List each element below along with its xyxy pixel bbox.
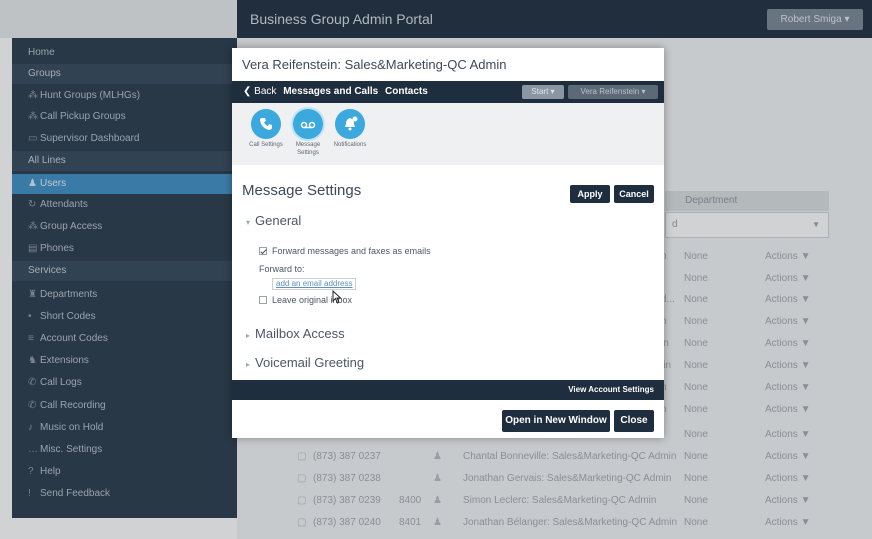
message-settings-icon: [293, 109, 323, 139]
chevron-right-icon: ▸: [246, 360, 251, 369]
checkbox-unchecked[interactable]: [259, 296, 267, 304]
general-section-header[interactable]: ▾ General: [246, 213, 301, 228]
close-button[interactable]: Close: [614, 410, 654, 432]
voicemail-greeting-section-header[interactable]: ▸ Voicemail Greeting: [246, 355, 364, 370]
call-settings-icon: [251, 109, 281, 139]
tab-messages-and-calls[interactable]: Messages and Calls: [283, 86, 378, 97]
forward-emails-checkbox[interactable]: Forward messages and faxes as emails: [259, 246, 431, 256]
modal-title: Vera Reifenstein: Sales&Marketing-QC Adm…: [242, 57, 507, 72]
tile-call-settings[interactable]: Call Settings: [246, 109, 286, 149]
view-account-settings-link[interactable]: View Account Settings: [568, 380, 654, 400]
settings-icon-strip: Call Settings Message Settings Notificat…: [232, 103, 664, 165]
checkbox-checked[interactable]: [259, 247, 267, 255]
mailbox-access-section-header[interactable]: ▸ Mailbox Access: [246, 326, 345, 341]
forward-to-label: Forward to:: [259, 264, 305, 274]
user-settings-modal: Vera Reifenstein: Sales&Marketing-QC Adm…: [232, 48, 664, 438]
back-link[interactable]: Back: [254, 86, 276, 97]
notifications-icon: [335, 109, 365, 139]
tile-message-settings[interactable]: Message Settings: [288, 109, 328, 157]
start-dropdown[interactable]: Start ▾: [522, 85, 564, 99]
chevron-down-icon: ▾: [246, 218, 251, 227]
chevron-right-icon: ▸: [246, 331, 251, 340]
modal-footer-bar: View Account Settings: [232, 380, 664, 400]
open-in-new-window-button[interactable]: Open in New Window: [502, 410, 610, 432]
user-switch-dropdown[interactable]: Vera Reifenstein ▾: [568, 85, 658, 99]
mouse-cursor-icon: [332, 290, 342, 304]
chevron-left-icon: ❮: [243, 86, 255, 97]
tab-contacts[interactable]: Contacts: [385, 86, 428, 97]
email-address-input[interactable]: add an email address: [272, 278, 356, 290]
cancel-button[interactable]: Cancel: [614, 185, 654, 203]
apply-button[interactable]: Apply: [570, 185, 610, 203]
tile-notifications[interactable]: Notifications: [330, 109, 370, 149]
section-title: Message Settings: [242, 182, 362, 199]
modal-nav-bar: ❮ Back Messages and Calls Contacts Start…: [232, 81, 664, 103]
